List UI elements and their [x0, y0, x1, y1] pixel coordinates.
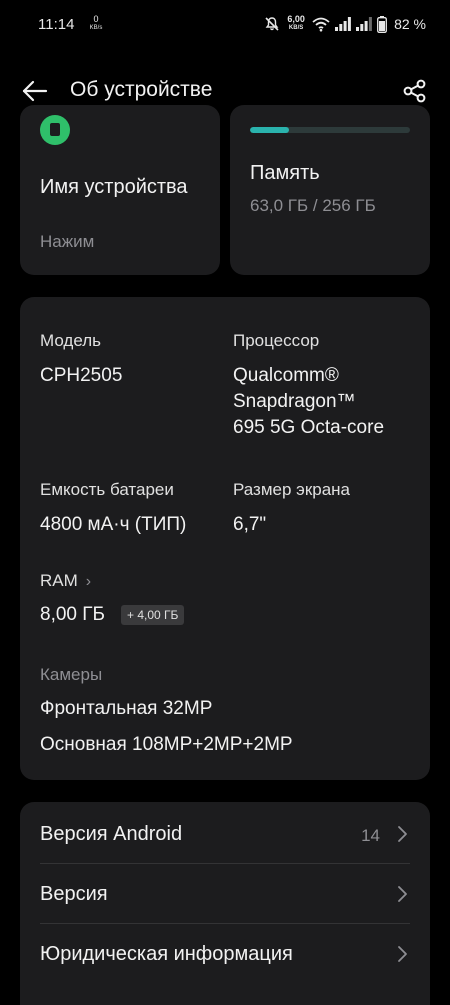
wifi-icon — [312, 17, 330, 31]
chevron-right-icon — [398, 826, 407, 842]
arrow-left-icon — [22, 80, 48, 102]
cameras-label: Камеры — [40, 665, 103, 684]
processor-value: Qualcomm® Snapdragon™ 695 5G Octa-core — [233, 363, 384, 441]
processor-value-line: 695 5G Octa-core — [233, 417, 385, 438]
screen-size-label: Размер экрана — [233, 480, 351, 499]
status-bar: 11:14 0 KB/s 6,00 KB/S 82 % — [0, 0, 450, 52]
list-item-label: Версия — [40, 883, 108, 905]
back-button[interactable] — [20, 78, 50, 104]
screen: 11:14 0 KB/s 6,00 KB/S 82 % Об устройств… — [0, 0, 450, 1005]
screen-size-value: 6,7" — [233, 514, 267, 535]
list-item-legal-info[interactable]: Юридическая информация — [20, 924, 430, 984]
processor-value-line: Qualcomm® — [233, 365, 339, 386]
network-speed-indicator-2: 6,00 KB/S — [285, 15, 307, 33]
memory-value: 63,0 ГБ / 256 ГБ — [250, 196, 376, 215]
front-camera-value: Фронтальная 32MP — [40, 698, 213, 719]
model-value: CPH2505 — [40, 365, 123, 386]
device-name-title: Имя устройства — [40, 176, 188, 198]
ram-value: 8,00 ГБ — [40, 604, 106, 625]
device-name-card[interactable]: Имя устройства Нажим — [20, 105, 220, 275]
memory-card[interactable]: Память 63,0 ГБ / 256 ГБ — [230, 105, 430, 275]
chevron-right-icon — [398, 886, 407, 902]
battery-percent: 82 % — [394, 16, 426, 32]
network-speed-indicator: 0 KB/s — [86, 15, 106, 33]
share-icon — [403, 79, 426, 103]
battery-capacity-label: Емкость батареи — [40, 480, 174, 499]
device-name-value: Нажим — [40, 232, 95, 251]
page-title: Об устройстве — [70, 78, 213, 101]
network-speed-unit: KB/s — [89, 25, 103, 31]
network-speed-value: 0 — [93, 14, 99, 24]
ram-label: RAM — [40, 571, 78, 590]
signal-icon — [335, 17, 351, 31]
processor-value-line: Snapdragon™ — [233, 391, 356, 412]
status-time: 11:14 — [38, 16, 75, 33]
memory-usage-bar — [250, 127, 410, 133]
signal-icon-2 — [356, 17, 372, 31]
status-icons: 6,00 KB/S 82 % — [264, 14, 426, 34]
processor-label: Процессор — [233, 331, 320, 350]
memory-title: Память — [250, 162, 320, 184]
list-item-version[interactable]: Версия — [20, 864, 430, 924]
list-item-label: Юридическая информация — [40, 943, 293, 965]
battery-icon — [377, 15, 388, 33]
mute-icon — [265, 17, 279, 31]
info-list-card: Версия Android 14 Версия Юридическая инф… — [20, 802, 430, 1005]
model-label: Модель — [40, 331, 102, 350]
chevron-right-icon — [398, 946, 407, 962]
share-button[interactable] — [402, 78, 428, 104]
specs-card: Модель CPH2505 Процессор Qualcomm® Snapd… — [20, 297, 430, 780]
network-speed-value-2: 6,00 — [287, 14, 305, 24]
list-item-label: Версия Android — [40, 823, 183, 845]
chevron-right-icon: › — [85, 573, 92, 590]
phone-icon — [40, 115, 70, 145]
list-item-android-version[interactable]: Версия Android 14 — [20, 804, 430, 864]
ram-row[interactable]: RAM › — [40, 571, 91, 591]
battery-capacity-value: 4800 мА·ч (ТИП) — [40, 514, 187, 535]
ram-extension-badge: + 4,00 ГБ — [121, 605, 185, 625]
main-camera-value: Основная 108MP+2MP+2MP — [40, 734, 293, 755]
network-speed-unit-2: KB/S — [288, 25, 304, 31]
list-item-value: 14 — [361, 826, 380, 845]
memory-usage-fill — [250, 127, 290, 133]
